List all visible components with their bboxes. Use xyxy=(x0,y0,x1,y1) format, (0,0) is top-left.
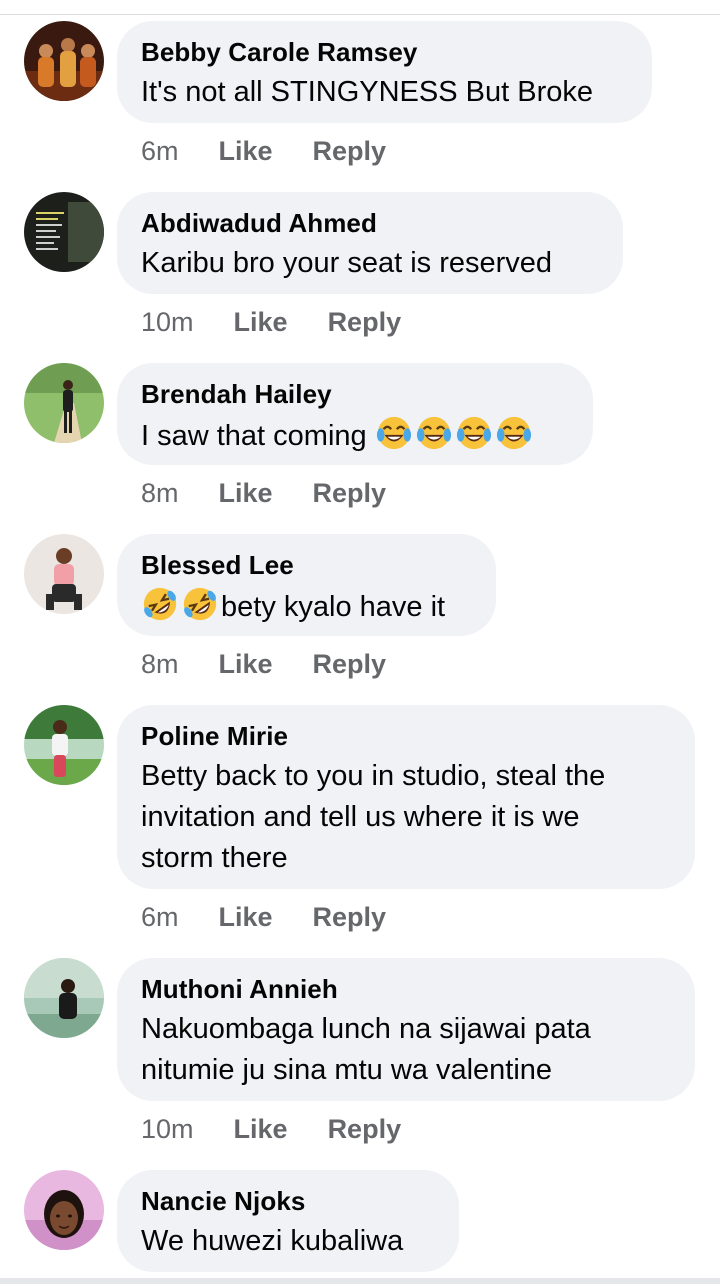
comment-timestamp: 10m xyxy=(141,1113,194,1144)
rolling-on-floor-laughing-icon xyxy=(143,587,177,621)
comment-timestamp: 6m xyxy=(141,135,179,166)
comment-bubble: Poline Mirie Betty back to you in studio… xyxy=(117,705,695,889)
comment-actions: 6m Like Reply xyxy=(141,133,386,169)
comment-bubble: Brendah Hailey I saw that coming xyxy=(117,363,593,465)
face-with-tears-of-joy-icon xyxy=(496,416,531,450)
reply-button[interactable]: Reply xyxy=(313,478,387,509)
avatar[interactable] xyxy=(24,534,104,614)
avatar[interactable] xyxy=(24,705,104,785)
comment-text: bety kyalo have it xyxy=(141,585,472,628)
face-with-tears-of-joy-icon xyxy=(376,416,411,450)
comment-actions: 6m Like Reply xyxy=(141,899,386,935)
comment-bubble: Blessed Lee bety kyalo have it xyxy=(117,534,496,636)
reply-button[interactable]: Reply xyxy=(313,649,387,680)
like-button[interactable]: Like xyxy=(219,136,273,167)
comment-timestamp: 8m xyxy=(141,648,179,679)
avatar[interactable] xyxy=(24,363,104,443)
comment-timestamp: 6m xyxy=(141,901,179,932)
comment-text-line: Nakuombaga lunch na sijawai pata xyxy=(141,1013,591,1045)
comment-text-content: I saw that coming xyxy=(141,420,375,452)
reply-button[interactable]: Reply xyxy=(328,307,402,338)
comment-author[interactable]: Blessed Lee xyxy=(141,550,472,580)
comment-text-line: invitation and tell us where it is we xyxy=(141,801,580,833)
comment-text-line: nitumie ju sina mtu wa valentine xyxy=(141,1054,553,1086)
like-button[interactable]: Like xyxy=(234,1114,288,1145)
reply-button[interactable]: Reply xyxy=(313,136,387,167)
avatar[interactable] xyxy=(24,192,104,272)
comment-author[interactable]: Bebby Carole Ramsey xyxy=(141,37,628,67)
face-with-tears-of-joy-icon xyxy=(456,416,491,450)
comment-text: Karibu bro your seat is reserved xyxy=(141,247,553,279)
avatar[interactable] xyxy=(24,21,104,101)
comment-timestamp: 8m xyxy=(141,477,179,508)
comment-text-line: Betty back to you in studio, steal the xyxy=(141,760,606,792)
comment-bubble: Muthoni Annieh Nakuombaga lunch na sijaw… xyxy=(117,958,695,1101)
comment-author[interactable]: Brendah Hailey xyxy=(141,379,569,409)
comment-bubble: Nancie Njoks We huwezi kubaliwa xyxy=(117,1170,459,1272)
comment-text: It's not all STINGYNESS But Broke xyxy=(141,76,593,108)
comment-actions: 10m Like Reply xyxy=(141,1111,401,1147)
comment-timestamp: 10m xyxy=(141,306,194,337)
like-button[interactable]: Like xyxy=(219,649,273,680)
like-button[interactable]: Like xyxy=(219,478,273,509)
comment-author[interactable]: Nancie Njoks xyxy=(141,1186,435,1216)
comment-text: We huwezi kubaliwa xyxy=(141,1225,404,1257)
comment-actions: 10m Like Reply xyxy=(141,304,401,340)
comment-author[interactable]: Abdiwadud Ahmed xyxy=(141,208,599,238)
comment-author[interactable]: Muthoni Annieh xyxy=(141,974,671,1004)
comment-text: Betty back to you in studio, steal the i… xyxy=(141,756,671,879)
comment-author[interactable]: Poline Mirie xyxy=(141,721,671,751)
like-button[interactable]: Like xyxy=(234,307,288,338)
bottom-divider xyxy=(0,1278,720,1284)
reply-button[interactable]: Reply xyxy=(313,902,387,933)
avatar[interactable] xyxy=(24,958,104,1038)
avatar[interactable] xyxy=(24,1170,104,1250)
comment-bubble: Abdiwadud Ahmed Karibu bro your seat is … xyxy=(117,192,623,294)
reply-button[interactable]: Reply xyxy=(328,1114,402,1145)
comment-actions: 8m Like Reply xyxy=(141,475,386,511)
rolling-on-floor-laughing-icon xyxy=(183,587,217,621)
comment-bubble: Bebby Carole Ramsey It's not all STINGYN… xyxy=(117,21,652,123)
comment-actions: 8m Like Reply xyxy=(141,646,386,682)
top-divider xyxy=(0,14,720,15)
comment-text: Nakuombaga lunch na sijawai pata nitumie… xyxy=(141,1009,671,1091)
comments-page: Bebby Carole Ramsey It's not all STINGYN… xyxy=(0,0,720,1284)
comment-text: I saw that coming xyxy=(141,414,569,457)
face-with-tears-of-joy-icon xyxy=(416,416,451,450)
comment-text-content: bety kyalo have it xyxy=(221,591,446,623)
comment-text-line: storm there xyxy=(141,842,288,874)
like-button[interactable]: Like xyxy=(219,902,273,933)
